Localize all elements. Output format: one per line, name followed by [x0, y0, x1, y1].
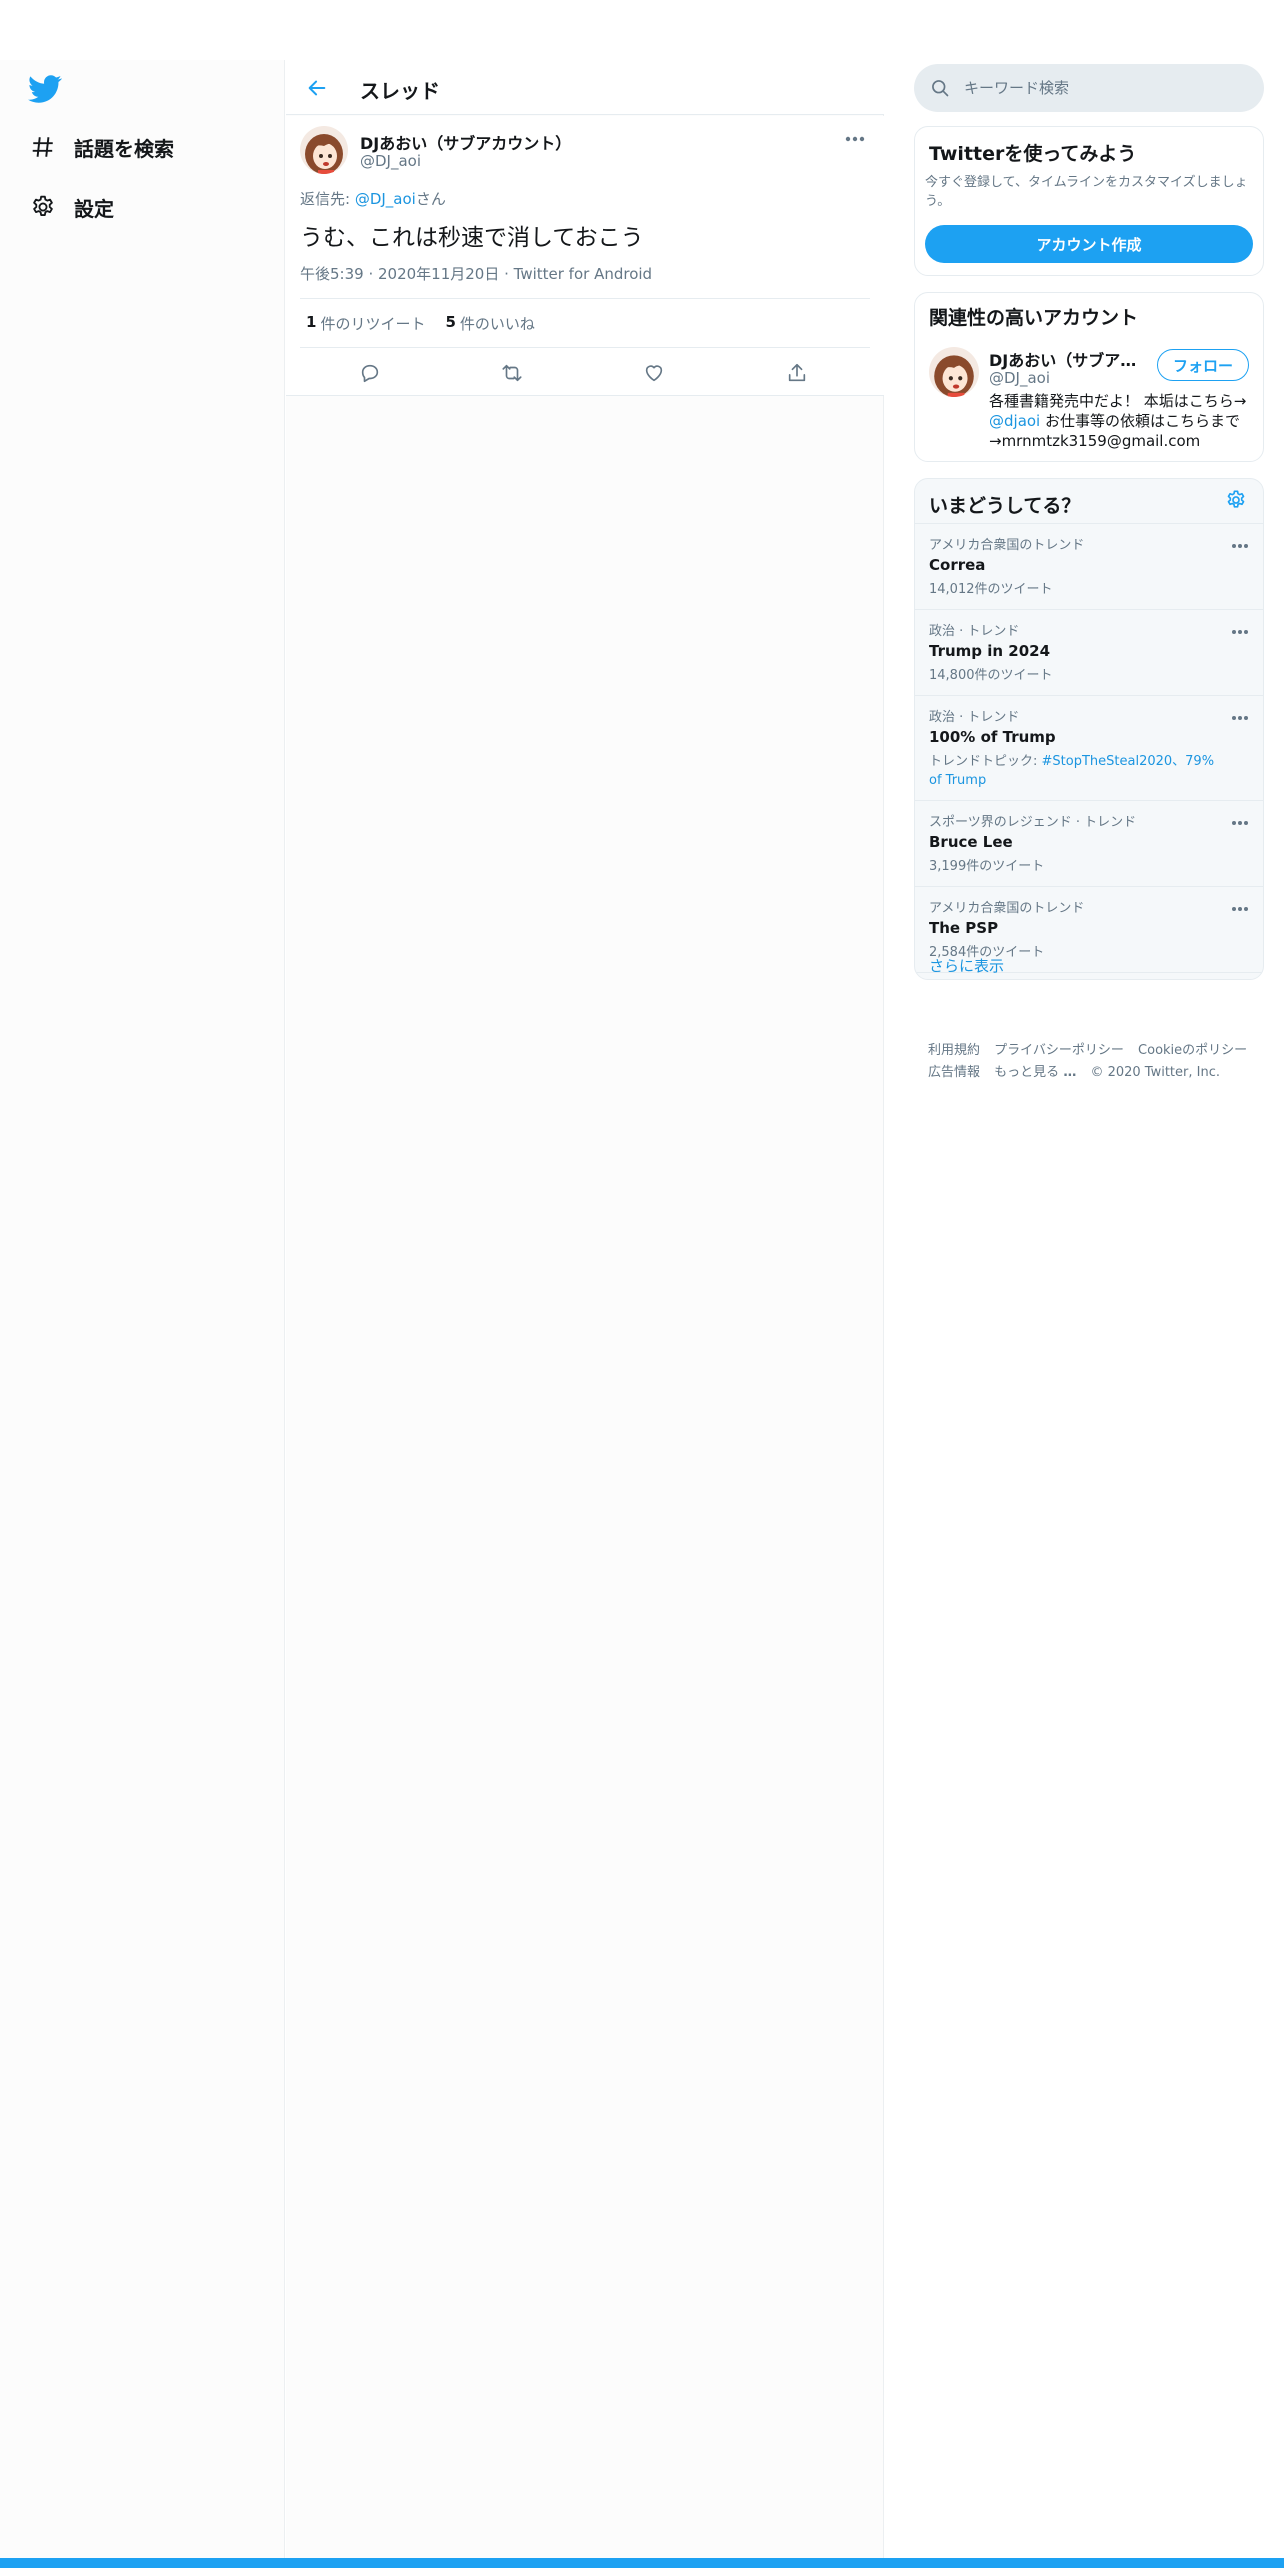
nav-settings[interactable]: 設定 — [28, 187, 114, 227]
avatar[interactable] — [929, 347, 979, 397]
reply-to-line: 返信先: @DJ_aoiさん — [300, 188, 446, 209]
bio-text-1: 各種書籍発売中だよ！ 本垢はこちら→ — [989, 392, 1247, 410]
footer-copyright: © 2020 Twitter, Inc. — [1090, 1065, 1220, 1080]
show-more-link[interactable]: さらに表示 — [929, 955, 1004, 976]
footer-row-2: 広告情報 もっと見る … © 2020 Twitter, Inc. — [928, 1062, 1258, 1084]
user-name[interactable]: DJあおい（サブアカウント） — [360, 130, 571, 154]
trend-count: 14,800件のツイート — [929, 668, 1053, 683]
tweet: DJあおい（サブアカウント） @DJ_aoi 返信先: @DJ_aoiさん うむ… — [286, 116, 884, 396]
create-account-button[interactable]: アカウント作成 — [925, 225, 1253, 263]
trend-name: Correa — [929, 556, 986, 574]
signup-card-description: 今すぐ登録して、タイムラインをカスタマイズしましょう。 — [925, 175, 1248, 209]
search-icon — [930, 78, 950, 98]
trend-count: 3,199件のツイート — [929, 859, 1045, 874]
trend-name: Bruce Lee — [929, 833, 1013, 851]
page-title: スレッド — [360, 79, 440, 103]
trend-name: 100% of Trump — [929, 728, 1056, 746]
trend-topics: トレンドトピック: #StopTheSteal2020、79% of Trump — [929, 752, 1229, 790]
like-stat[interactable]: 5 件のいいね — [445, 313, 534, 334]
main-column: スレッド DJあおい（サブアカウント） @DJ_aoi 返信先: @DJ_aoi… — [286, 60, 884, 2560]
search-box[interactable] — [914, 64, 1264, 112]
trend-category: アメリカ合衆国のトレンド — [929, 538, 1085, 553]
footer-row-1: 利用規約 プライバシーポリシー Cookieのポリシー — [928, 1040, 1258, 1062]
footer-cookie-link[interactable]: Cookieのポリシー — [1138, 1043, 1247, 1058]
trend-topic-prefix: トレンドトピック: — [929, 754, 1042, 769]
back-arrow-icon[interactable] — [302, 73, 332, 103]
like-label: 件のいいね — [459, 314, 535, 333]
nav-explore-label: 話題を検索 — [74, 136, 174, 161]
tweet-text: うむ、これは秒速で消しておこう — [300, 225, 644, 251]
footer-more-link[interactable]: もっと見る … — [994, 1065, 1076, 1080]
tweet-timestamp[interactable]: 午後5:39 · 2020年11月20日 · Twitter for Andro… — [300, 263, 652, 284]
follow-button[interactable]: フォロー — [1157, 349, 1249, 381]
tweet-actions — [300, 348, 870, 396]
footer-ads-link[interactable]: 広告情報 — [928, 1065, 980, 1080]
trend-item[interactable]: アメリカ合衆国のトレンド Correa 14,012件のツイート — [915, 523, 1263, 609]
page: 話題を検索 設定 スレッド DJあおい（サブアカウント） @DJ_aoi 返信先… — [0, 0, 1284, 2568]
related-accounts-card: 関連性の高いアカウント DJあおい（サブアカウント） @DJ_aoi フォロー … — [914, 292, 1264, 462]
bio-mention-link[interactable]: @djaoi — [989, 412, 1040, 430]
more-options-icon[interactable] — [1231, 899, 1249, 911]
reply-icon[interactable] — [357, 360, 383, 386]
more-dots-icon: … — [1063, 1065, 1077, 1080]
trend-category: 政治 · トレンド — [929, 624, 1020, 639]
related-account-name[interactable]: DJあおい（サブアカウント） — [989, 347, 1149, 371]
footer-terms-link[interactable]: 利用規約 — [928, 1043, 980, 1058]
related-card-title: 関連性の高いアカウント — [929, 307, 1139, 329]
share-icon[interactable] — [784, 360, 810, 386]
more-options-icon[interactable] — [1231, 708, 1249, 720]
thread-header: スレッド — [286, 60, 884, 115]
retweet-count: 1 — [306, 312, 317, 331]
retweet-label: 件のリツイート — [320, 314, 426, 333]
related-account-handle[interactable]: @DJ_aoi — [989, 369, 1050, 387]
left-nav: 話題を検索 設定 — [0, 60, 285, 2560]
footer-privacy-link[interactable]: プライバシーポリシー — [994, 1043, 1124, 1058]
footer: 利用規約 プライバシーポリシー Cookieのポリシー 広告情報 もっと見る …… — [928, 1040, 1258, 1084]
reply-suffix: さん — [415, 190, 446, 208]
retweet-stat[interactable]: 1 件のリツイート — [306, 313, 425, 334]
trend-item[interactable]: スポーツ界のレジェンド · トレンド Bruce Lee 3,199件のツイート — [915, 800, 1263, 886]
like-count: 5 — [445, 312, 456, 331]
footer-more-label: もっと見る — [994, 1065, 1060, 1080]
more-options-icon[interactable] — [844, 130, 870, 146]
gear-icon[interactable] — [1225, 489, 1249, 513]
user-handle[interactable]: @DJ_aoi — [360, 152, 421, 170]
more-options-icon[interactable] — [1231, 622, 1249, 634]
avatar[interactable] — [300, 126, 348, 174]
trends-title: いまどうしてる？ — [929, 495, 1081, 517]
trend-item[interactable]: 政治 · トレンド 100% of Trump トレンドトピック: #StopT… — [915, 695, 1263, 800]
reply-mention-link[interactable]: @DJ_aoi — [355, 190, 416, 208]
trend-name: The PSP — [929, 919, 999, 937]
signup-card: Twitterを使ってみよう 今すぐ登録して、タイムラインをカスタマイズしましょ… — [914, 126, 1264, 276]
search-input[interactable] — [964, 79, 1244, 97]
trend-category: 政治 · トレンド — [929, 710, 1020, 725]
signup-card-title: Twitterを使ってみよう — [929, 143, 1137, 165]
trend-name: Trump in 2024 — [929, 642, 1051, 660]
like-heart-icon[interactable] — [641, 360, 667, 386]
trend-category: アメリカ合衆国のトレンド — [929, 901, 1085, 916]
trend-count: 14,012件のツイート — [929, 582, 1053, 597]
more-options-icon[interactable] — [1231, 536, 1249, 548]
twitter-bird-icon[interactable] — [28, 72, 64, 108]
nav-explore[interactable]: 話題を検索 — [28, 127, 174, 167]
related-account-bio: 各種書籍発売中だよ！ 本垢はこちら→ @djaoi お仕事等の依頼はこちらまで→… — [989, 391, 1251, 451]
reply-prefix: 返信先: — [300, 190, 355, 208]
trends-card: いまどうしてる？ アメリカ合衆国のトレンド Correa 14,012件のツイー… — [914, 478, 1264, 980]
retweet-icon[interactable] — [499, 360, 525, 386]
tweet-stats: 1 件のリツイート 5 件のいいね — [300, 298, 870, 348]
trend-category: スポーツ界のレジェンド · トレンド — [929, 815, 1137, 830]
bottom-bar — [0, 2558, 1284, 2568]
hashtag-icon — [28, 132, 58, 162]
gear-icon — [28, 192, 58, 222]
trend-item[interactable]: 政治 · トレンド Trump in 2024 14,800件のツイート — [915, 609, 1263, 695]
nav-settings-label: 設定 — [74, 196, 114, 221]
more-options-icon[interactable] — [1231, 813, 1249, 825]
